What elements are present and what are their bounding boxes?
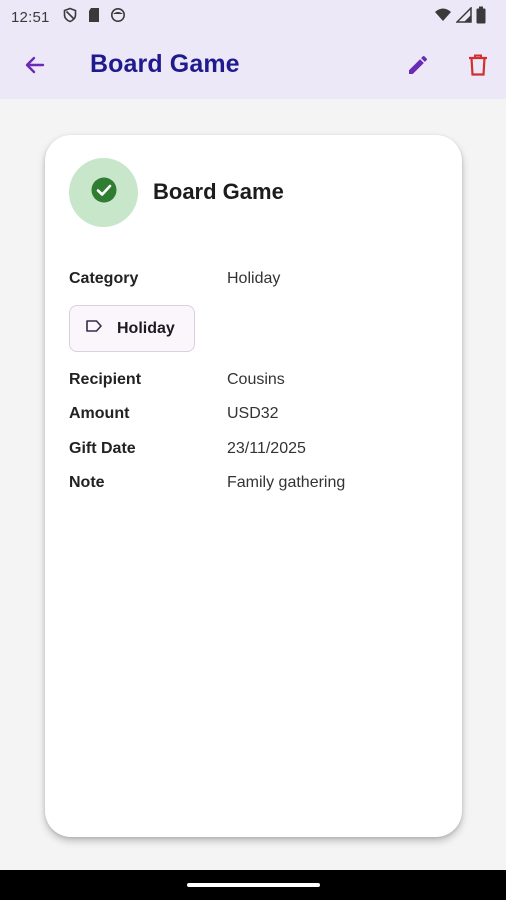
recipient-value: Cousins [227, 371, 285, 388]
page-title: Board Game [90, 50, 240, 78]
delete-button[interactable] [462, 51, 494, 83]
app-bar: Board Game [0, 34, 506, 99]
label-icon [85, 319, 103, 338]
status-time: 12:51 [11, 8, 50, 26]
category-chip-label: Holiday [117, 319, 175, 337]
note-label: Note [69, 474, 105, 491]
status-left: 12:51 [11, 7, 126, 28]
check-circle-icon [90, 176, 118, 209]
recipient-label: Recipient [69, 371, 142, 388]
category-chip[interactable]: Holiday [69, 305, 195, 352]
delete-icon [467, 53, 489, 82]
status-system-icons [434, 5, 486, 29]
edit-icon [406, 53, 430, 82]
shield-icon [62, 7, 78, 28]
face-icon [110, 7, 126, 28]
gift-date-value: 23/11/2025 [227, 440, 306, 457]
battery-icon [476, 6, 486, 29]
sd-card-icon [87, 7, 101, 28]
gift-date-label: Gift Date [69, 440, 136, 457]
status-notification-icons [62, 7, 126, 28]
arrow-back-icon [23, 53, 47, 82]
gift-title: Board Game [153, 179, 284, 204]
system-nav-bar [0, 870, 506, 900]
signal-icon [455, 5, 472, 28]
gift-detail-card: Board Game Category Holiday Holiday Reci… [45, 135, 462, 837]
edit-button[interactable] [402, 51, 434, 83]
home-indicator[interactable] [187, 883, 320, 887]
category-value: Holiday [227, 270, 281, 287]
status-avatar [69, 158, 138, 227]
amount-label: Amount [69, 405, 130, 422]
status-bar: 12:51 [0, 0, 506, 34]
wifi-icon [434, 7, 452, 28]
note-value: Family gathering [227, 474, 346, 491]
back-button[interactable] [20, 52, 50, 82]
category-label: Category [69, 270, 139, 287]
amount-value: USD32 [227, 405, 279, 422]
